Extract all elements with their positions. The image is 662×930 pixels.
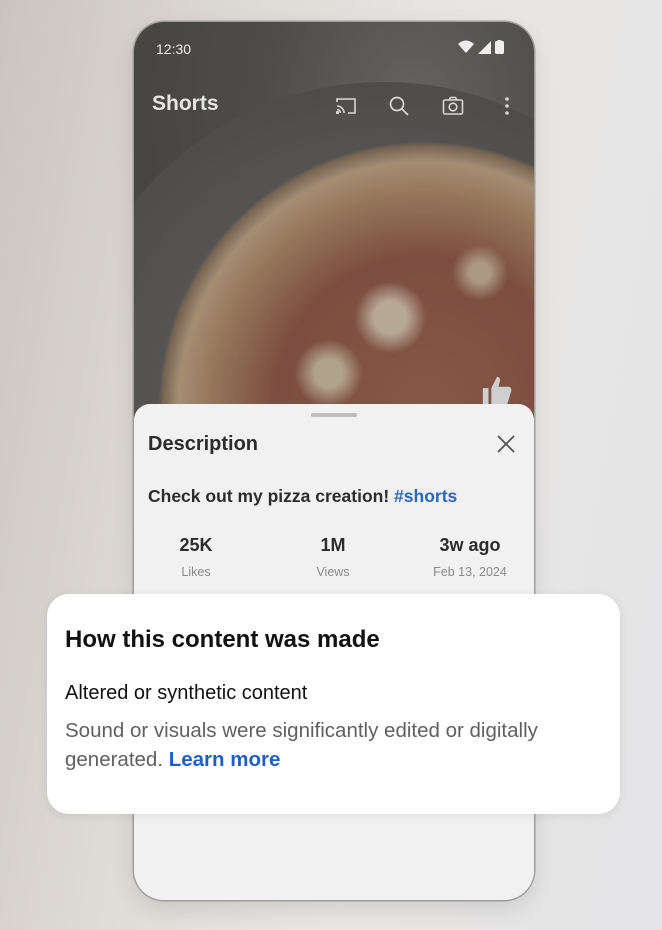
close-icon[interactable] xyxy=(494,432,518,456)
video-stats: 25K Likes 1M Views 3w ago Feb 13, 2024 xyxy=(134,535,534,585)
hashtag-link[interactable]: #shorts xyxy=(394,486,457,506)
cast-icon[interactable] xyxy=(334,94,358,118)
stat-views: 1M Views xyxy=(268,535,398,579)
likes-value: 25K xyxy=(179,535,213,555)
status-time: 12:30 xyxy=(156,41,192,57)
description-text: Check out my pizza creation! xyxy=(148,486,390,506)
stat-likes: 25K Likes xyxy=(134,535,261,579)
date-label: Feb 13, 2024 xyxy=(433,565,507,579)
app-bar: Shorts xyxy=(134,84,534,124)
age-value: 3w ago xyxy=(439,535,501,555)
app-title: Shorts xyxy=(152,92,219,115)
signal-icon xyxy=(478,40,491,54)
sheet-title: Description xyxy=(148,433,259,455)
content-disclosure-card: How this content was made Altered or syn… xyxy=(47,594,620,814)
disclosure-body: Sound or visuals were significantly edit… xyxy=(65,716,605,774)
status-bar: 12:30 xyxy=(134,22,534,72)
likes-label: Likes xyxy=(181,565,211,579)
thumb-up-icon[interactable] xyxy=(480,374,514,408)
more-vert-icon[interactable] xyxy=(495,94,519,118)
stat-date: 3w ago Feb 13, 2024 xyxy=(405,535,534,579)
views-value: 1M xyxy=(320,535,346,555)
drag-handle[interactable] xyxy=(311,413,357,417)
video-description: Check out my pizza creation! #shorts xyxy=(148,486,457,507)
battery-icon xyxy=(495,40,504,54)
camera-icon[interactable] xyxy=(441,94,465,118)
shorts-video[interactable]: 12:30 Shorts xyxy=(134,22,534,442)
search-icon[interactable] xyxy=(387,94,411,118)
disclosure-subheading: Altered or synthetic content xyxy=(65,682,308,704)
learn-more-link[interactable]: Learn more xyxy=(169,748,281,771)
disclosure-heading: How this content was made xyxy=(65,626,380,653)
wifi-icon xyxy=(458,40,474,53)
views-label: Views xyxy=(316,565,350,579)
disclosure-body-text: Sound or visuals were significantly edit… xyxy=(65,719,538,771)
